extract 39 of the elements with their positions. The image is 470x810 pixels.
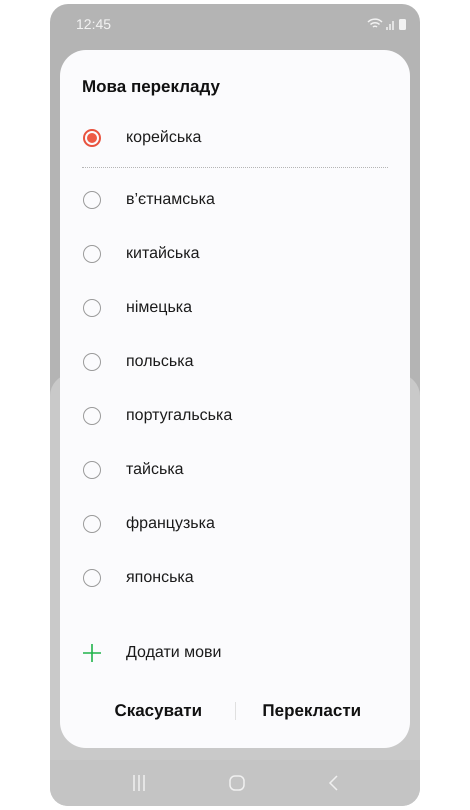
signal-icon — [386, 18, 396, 30]
radio-button[interactable] — [83, 299, 101, 317]
recent-apps-icon[interactable] — [132, 775, 146, 791]
language-option[interactable]: тайська — [82, 443, 388, 497]
language-label: французька — [126, 515, 215, 533]
language-label: португальська — [126, 407, 232, 425]
language-label: китайська — [126, 245, 200, 263]
language-label: тайська — [126, 461, 184, 479]
language-option[interactable]: французька — [82, 497, 388, 551]
plus-icon — [82, 643, 102, 663]
add-languages-button[interactable]: Додати мови — [82, 626, 388, 680]
language-option[interactable]: китайська — [82, 227, 388, 281]
radio-button[interactable] — [83, 461, 101, 479]
radio-button[interactable] — [83, 129, 101, 147]
language-option[interactable]: японська — [82, 551, 388, 605]
home-icon[interactable] — [228, 775, 245, 791]
status-time: 12:45 — [76, 16, 112, 32]
language-label: в’єтнамська — [126, 191, 215, 209]
radio-button[interactable] — [83, 407, 101, 425]
language-option[interactable]: португальська — [82, 389, 388, 443]
wifi-icon — [367, 18, 383, 30]
language-option[interactable]: польська — [82, 335, 388, 389]
radio-button[interactable] — [83, 569, 101, 587]
radio-button[interactable] — [83, 245, 101, 263]
language-label: польська — [126, 353, 194, 371]
language-option[interactable]: в’єтнамська — [82, 173, 388, 227]
language-label: німецька — [126, 299, 192, 317]
language-option[interactable]: корейська — [82, 111, 388, 165]
language-label: японська — [126, 569, 194, 587]
dialog-title: Мова перекладу — [82, 76, 221, 98]
language-label: корейська — [126, 129, 202, 147]
battery-icon — [399, 18, 406, 30]
translate-button[interactable]: Перекласти — [236, 693, 388, 729]
radio-button[interactable] — [83, 191, 101, 209]
language-option[interactable]: німецька — [82, 281, 388, 335]
radio-button[interactable] — [83, 515, 101, 533]
radio-button[interactable] — [83, 353, 101, 371]
cancel-button[interactable]: Скасувати — [82, 693, 234, 729]
back-icon[interactable] — [328, 775, 338, 791]
